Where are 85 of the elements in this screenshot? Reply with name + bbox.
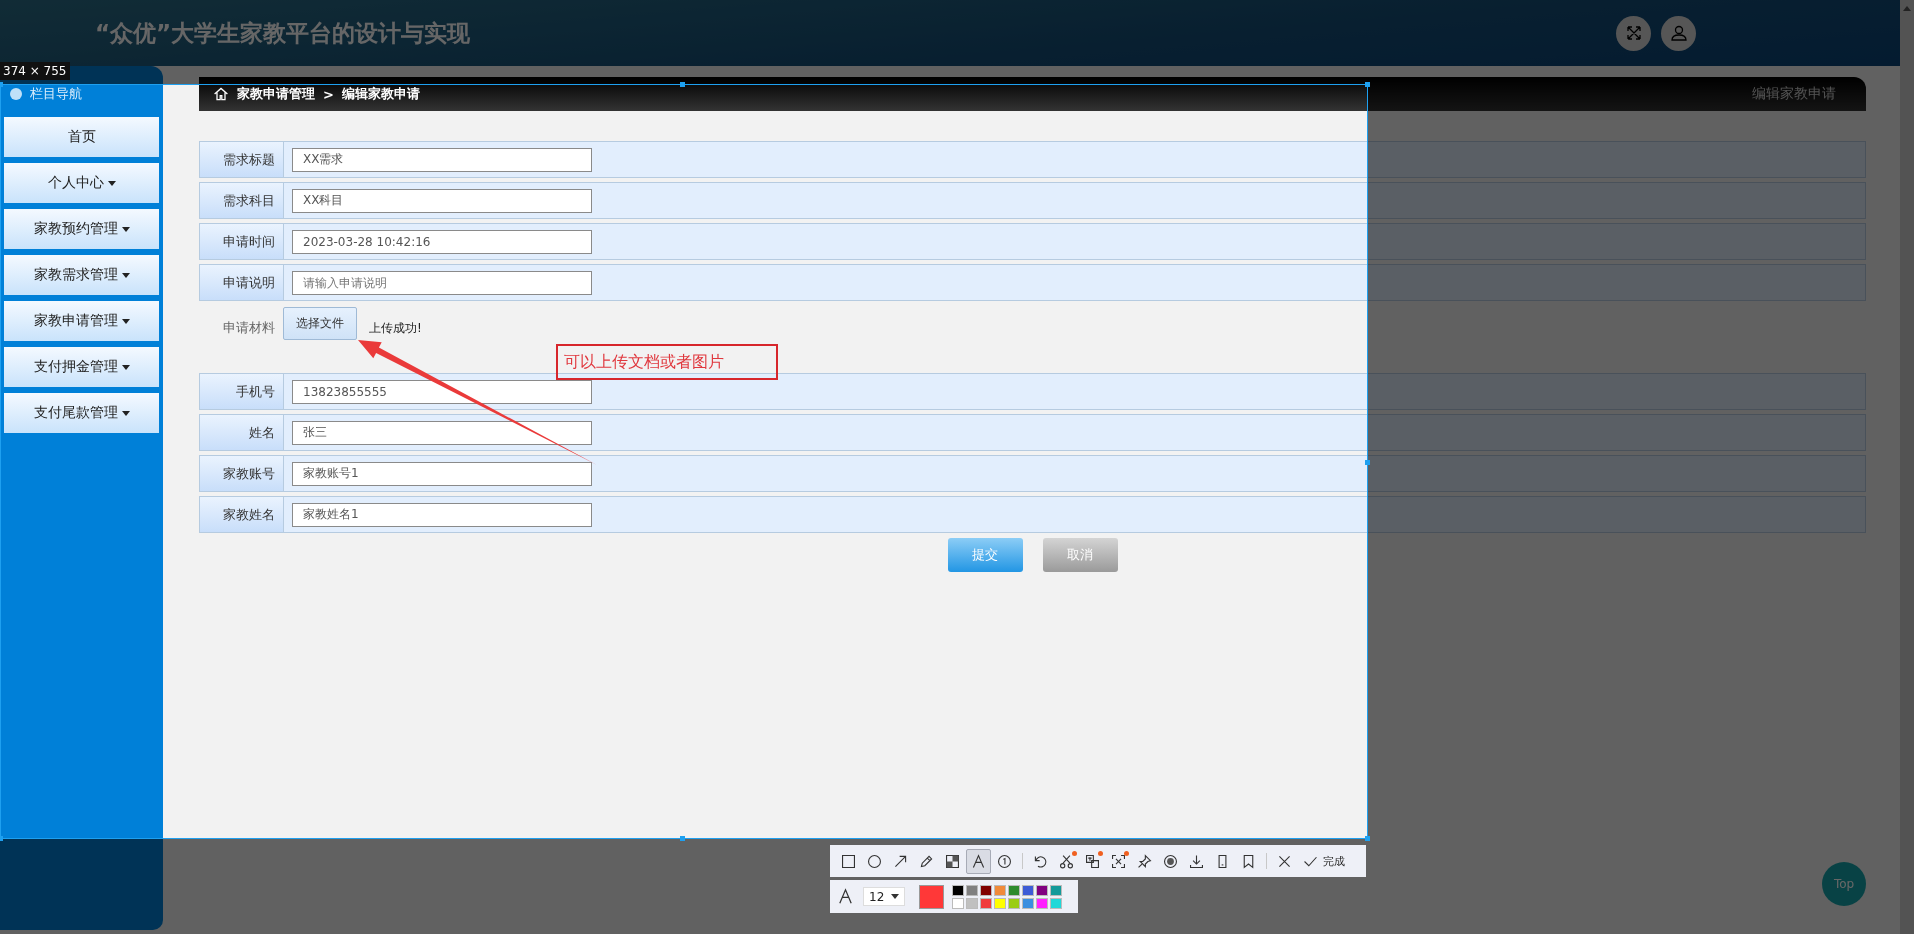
color-swatch[interactable] [1036,897,1048,909]
caret-icon [121,318,130,324]
size-label: 374 × 755 [0,62,70,80]
color-swatch[interactable] [1008,884,1020,896]
text-field[interactable]: XX科目 [292,188,592,213]
field-label: 需求标题 [200,142,284,177]
dropdown-caret-icon [891,894,899,899]
user-icon [1668,23,1689,43]
scissors-icon [1058,852,1075,870]
selection-frame[interactable] [0,84,1368,839]
annotation-box[interactable]: 可以上传文档或者图片 [556,344,778,380]
field-label: 手机号 [200,374,284,409]
color-swatch[interactable] [966,897,978,909]
pin-icon [1136,852,1153,870]
color-swatch[interactable] [980,884,992,896]
sidebar-item[interactable]: 支付押金管理 [4,347,159,387]
caret-icon [121,364,130,370]
text-tool-button[interactable] [966,848,991,874]
number-icon [996,852,1013,870]
rectangle-icon [840,852,857,870]
field-label: 家教账号 [200,456,284,491]
caret-icon [121,226,130,232]
annotation-text: 可以上传文档或者图片 [564,351,724,373]
color-swatch[interactable] [980,897,992,909]
translate-icon [1084,852,1101,870]
field-label: 需求科目 [200,183,284,218]
scan-icon [1110,852,1127,870]
color-swatch[interactable] [966,884,978,896]
caret-icon [121,410,130,416]
color-swatch[interactable] [1050,897,1062,909]
sidebar-item[interactable]: 家教预约管理 [4,209,159,249]
breadcrumb-separator: > [323,86,334,102]
color-swatch[interactable] [994,897,1006,909]
color-swatch[interactable] [994,884,1006,896]
resize-handle[interactable] [1365,460,1370,465]
breadcrumb-link[interactable]: 家教申请管理 [237,85,315,103]
scrollbar[interactable] [1900,0,1914,934]
color-swatch[interactable] [952,897,964,909]
resize-handle[interactable] [1365,836,1370,841]
color-swatch[interactable] [1022,897,1034,909]
field-label: 家教姓名 [200,497,284,532]
field-label: 申请说明 [200,265,284,300]
field-label: 申请时间 [200,224,284,259]
color-swatch[interactable] [1022,884,1034,896]
font-size-select[interactable]: 12 [863,887,905,906]
text-icon [970,852,987,870]
caret-icon [107,180,116,186]
mosaic-icon [944,852,961,870]
current-color-swatch[interactable] [919,884,944,909]
field-label: 申请材料 [222,319,276,337]
text-field[interactable]: 2023-03-28 10:42:16 [292,229,592,254]
text-field[interactable]: 请输入申请说明 [292,270,592,295]
record-icon [1162,852,1179,870]
fullscreen-button[interactable] [1616,15,1651,51]
user-button[interactable] [1661,15,1696,51]
page-title: 编辑家教申请 [1752,85,1836,103]
sidebar-item[interactable]: 个人中心 [4,163,159,203]
color-swatch[interactable] [1008,897,1020,909]
sidebar-title: 栏目导航 [30,85,82,103]
color-swatch[interactable] [1050,884,1062,896]
color-swatch[interactable] [952,884,964,896]
done-button[interactable]: 完成 [1302,852,1345,870]
resize-handle[interactable] [680,82,685,87]
text-field[interactable]: 13823855555 [292,379,592,404]
text-field[interactable]: 家教账号1 [292,461,592,486]
text-field[interactable]: XX需求 [292,147,592,172]
sidebar-item[interactable]: 首页 [4,117,159,157]
sidebar-item[interactable]: 支付尾款管理 [4,393,159,433]
scroll-up-icon [1903,6,1911,11]
nav-icon [10,88,22,100]
breadcrumb-current: 编辑家教申请 [341,85,420,103]
resize-handle[interactable] [680,836,685,841]
sidebar-item[interactable]: 家教申请管理 [4,301,159,341]
field-label: 姓名 [200,415,284,450]
caret-icon [121,272,130,278]
site-title: “众优”大学生家教平台的设计与实现 [95,18,471,48]
choose-file-button[interactable]: 选择文件 [283,307,357,340]
resize-handle[interactable] [1365,82,1370,87]
upload-status: 上传成功! [369,320,422,337]
font-icon [836,887,855,906]
color-swatch[interactable] [1036,884,1048,896]
text-field[interactable]: 家教姓名1 [292,502,592,527]
text-field[interactable]: 张三 [292,420,592,445]
home-icon [213,86,229,102]
sidebar-item[interactable]: 家教需求管理 [4,255,159,295]
